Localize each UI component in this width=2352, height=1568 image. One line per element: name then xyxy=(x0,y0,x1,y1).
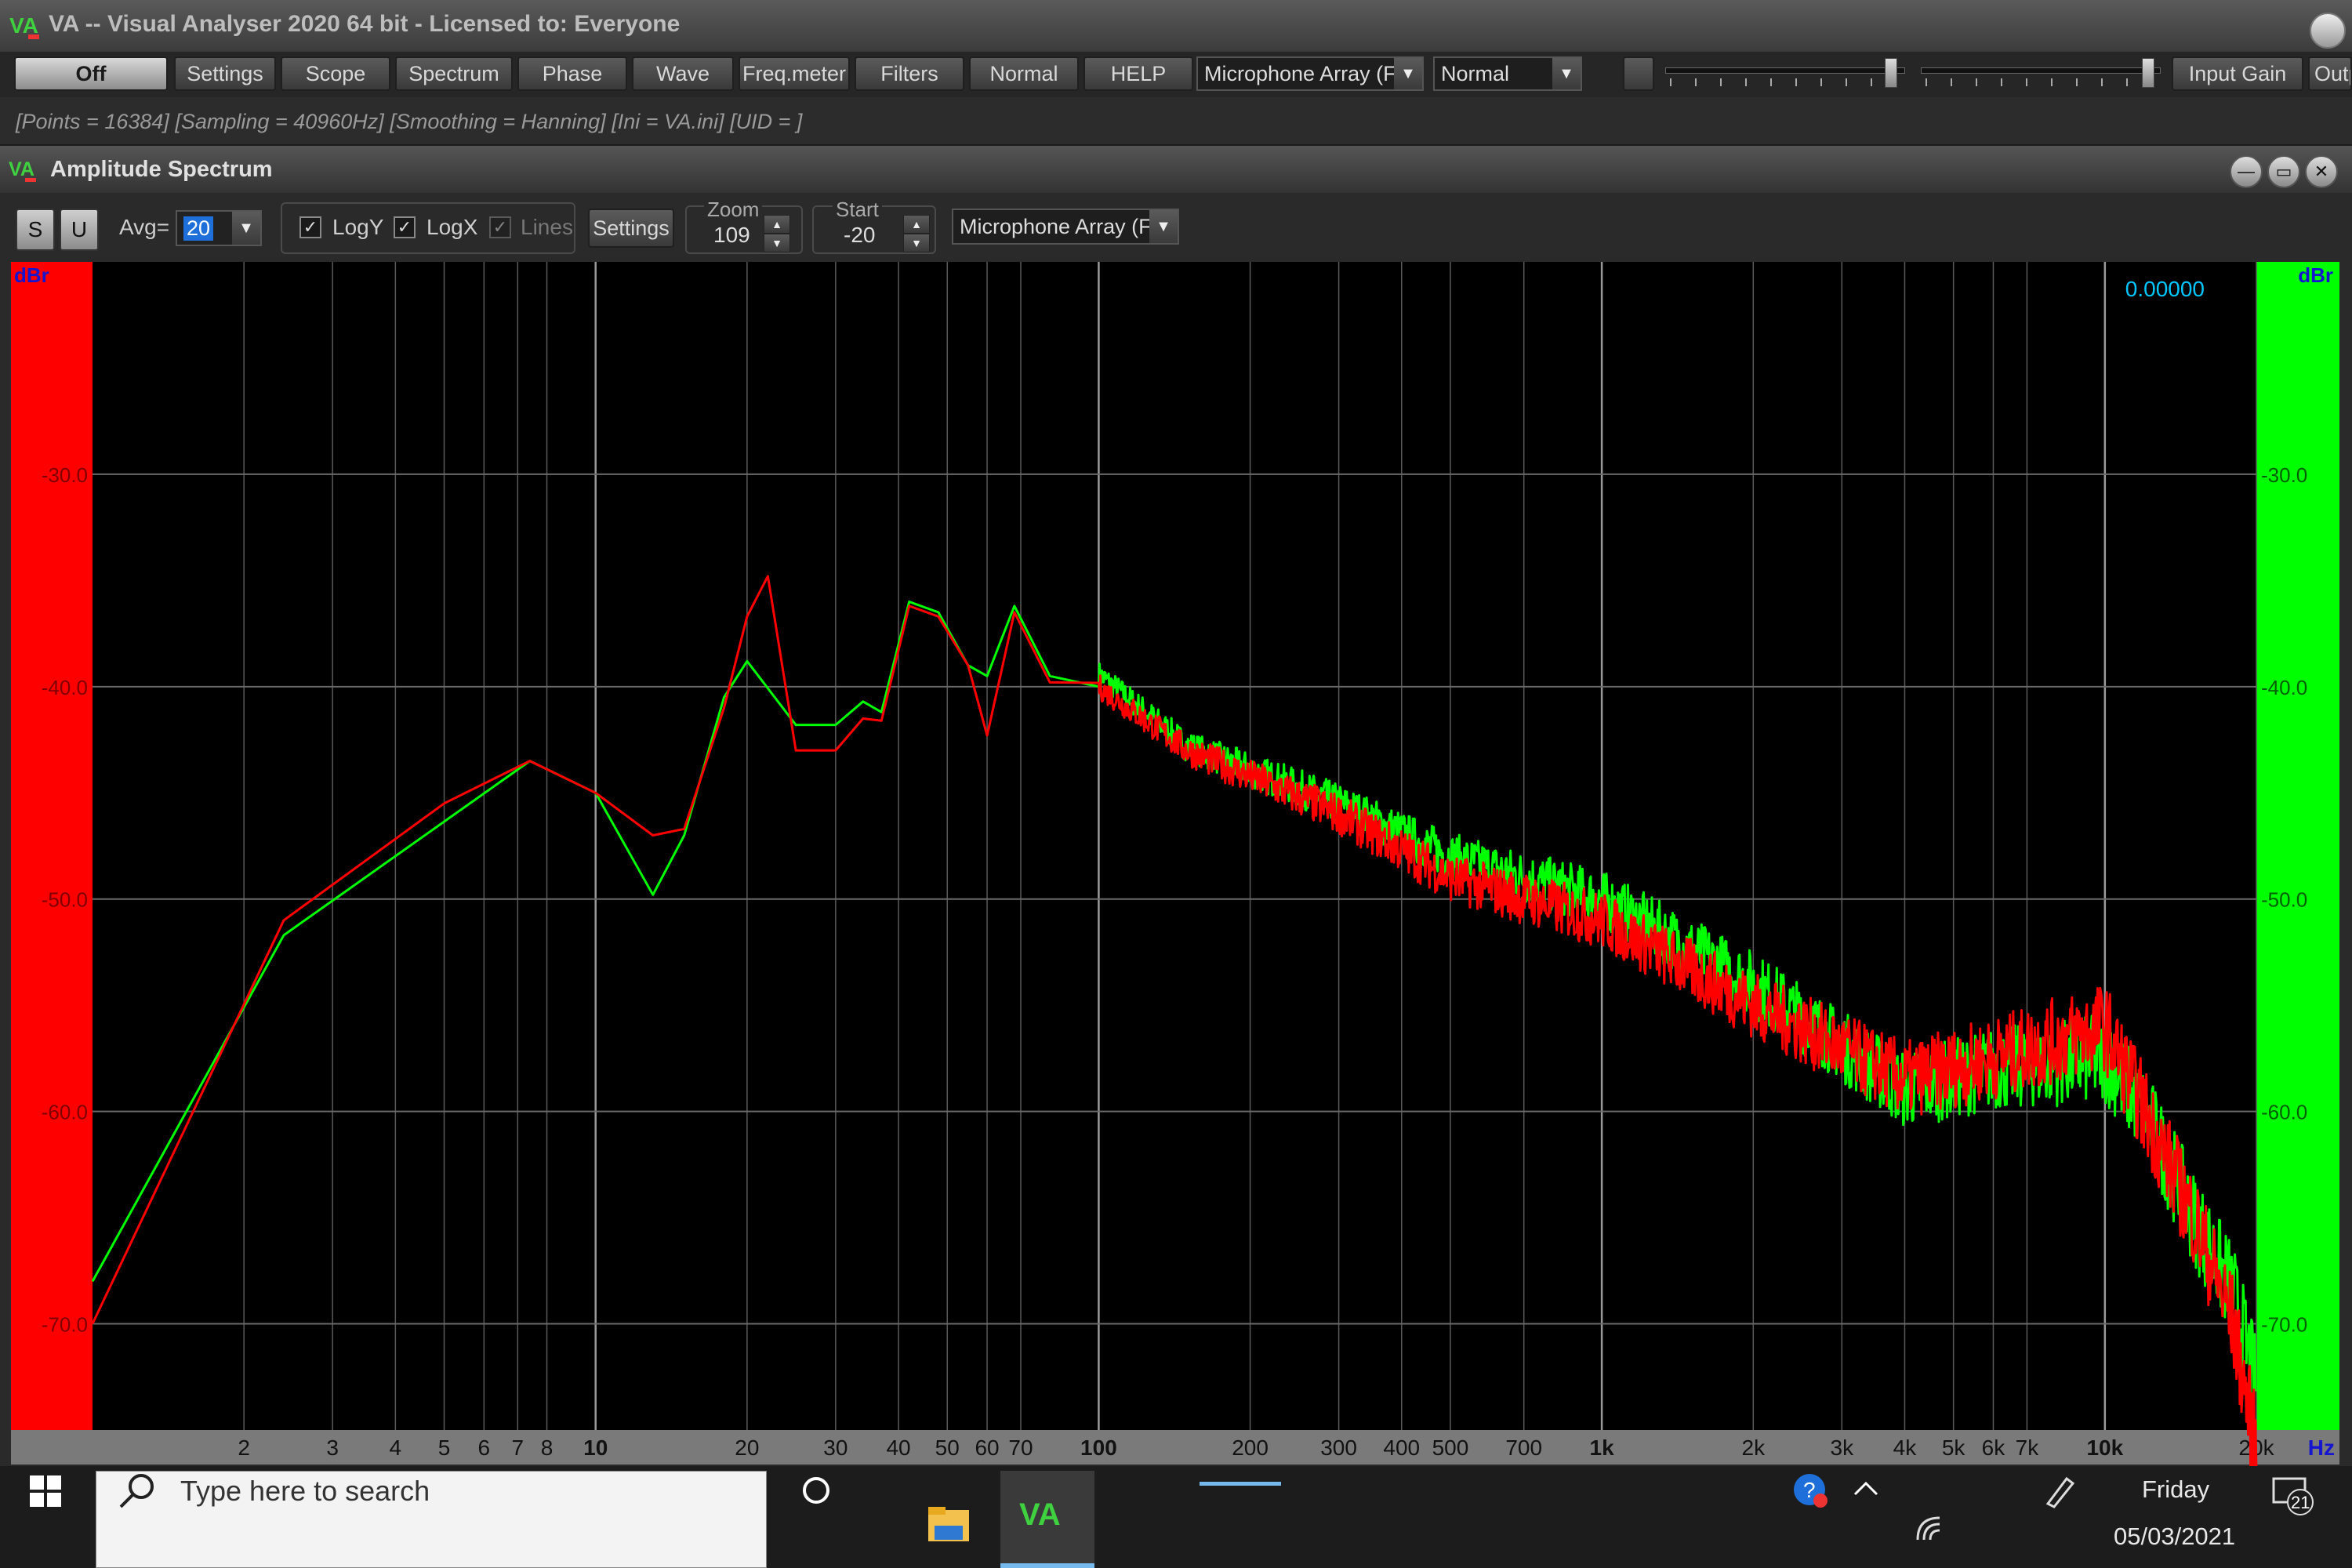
avg-value: 20 xyxy=(183,216,214,241)
filters-button[interactable]: Filters xyxy=(855,56,964,91)
pen-icon[interactable] xyxy=(2043,1474,2078,1508)
wave-button[interactable]: Wave xyxy=(632,56,734,91)
logy-checkbox[interactable]: ✓ xyxy=(299,216,321,238)
chevron-down-icon[interactable]: ▼ xyxy=(232,212,260,245)
spectrum-button[interactable]: Spectrum xyxy=(395,56,513,91)
maximize-icon[interactable]: ▭ xyxy=(2267,155,2300,188)
right-level-bar xyxy=(2256,262,2339,1430)
svg-text:VA: VA xyxy=(9,158,34,180)
minimize-icon[interactable]: — xyxy=(2230,155,2263,188)
status-text: [Points = 16384] [Sampling = 40960Hz] [S… xyxy=(16,110,803,133)
slider-ticks xyxy=(1670,78,1900,86)
mode-select-value: Normal xyxy=(1441,61,1510,85)
logx-label: LogX xyxy=(426,215,478,239)
start-value: -20 xyxy=(844,223,876,247)
device-select[interactable]: Microphone Array (F ▼ xyxy=(1196,56,1424,91)
va-app-underline xyxy=(1000,1563,1094,1568)
mode-select[interactable]: Normal ▼ xyxy=(1433,56,1582,91)
windows-start-icon[interactable] xyxy=(28,1474,63,1508)
subwindow-title: Amplitude Spectrum xyxy=(50,157,273,182)
device-select-value: Microphone Array (F xyxy=(1204,61,1396,85)
normal-button[interactable]: Normal xyxy=(969,56,1079,91)
output-level-slider[interactable] xyxy=(1921,58,2161,89)
taskbar-search-placeholder: Type here to search xyxy=(180,1475,430,1507)
slider-thumb[interactable] xyxy=(1885,58,1897,88)
s-button[interactable]: S xyxy=(16,209,55,251)
minimize-window-button[interactable] xyxy=(2310,13,2346,49)
va-logo-icon: VA xyxy=(9,13,39,39)
chevron-down-icon[interactable]: ▼ xyxy=(1394,58,1422,89)
phase-button[interactable]: Phase xyxy=(517,56,627,91)
slider-thumb[interactable] xyxy=(2142,58,2154,88)
va-taskbar-label: VA xyxy=(1019,1497,1061,1532)
taskbar-day: Friday xyxy=(2142,1475,2210,1503)
slider-track xyxy=(1665,67,1905,74)
spectrum-settings-button[interactable]: Settings xyxy=(588,209,674,248)
svg-text:21: 21 xyxy=(2291,1493,2310,1512)
start-label: Start xyxy=(833,198,882,222)
spectrum-plot[interactable] xyxy=(11,262,2339,1430)
taskbar-active-indicator xyxy=(1200,1482,1281,1486)
taskbar-date: 05/03/2021 xyxy=(2114,1523,2236,1550)
help-button[interactable]: HELP xyxy=(1083,56,1193,91)
freq-meter-button[interactable]: Freq.meter xyxy=(739,56,850,91)
chevron-up-icon[interactable] xyxy=(1850,1474,1882,1505)
va-logo-icon: VA xyxy=(9,158,36,182)
logy-label: LogY xyxy=(332,215,384,239)
zoom-down-icon[interactable]: ▼ xyxy=(764,234,790,252)
start-down-icon[interactable]: ▼ xyxy=(903,234,930,252)
zoom-value: 109 xyxy=(713,223,750,247)
zoom-up-icon[interactable]: ▲ xyxy=(764,215,790,234)
slider-track xyxy=(1921,67,2161,74)
subwindow-title-bar xyxy=(0,146,2352,193)
slider-toggle-button[interactable] xyxy=(1623,56,1654,91)
slider-ticks xyxy=(1926,78,2156,86)
close-icon[interactable]: ✕ xyxy=(2305,155,2338,188)
scope-button[interactable]: Scope xyxy=(281,56,390,91)
window-title: VA -- Visual Analyser 2020 64 bit - Lice… xyxy=(49,11,681,37)
file-explorer-icon[interactable] xyxy=(925,1504,972,1544)
svg-text:VA: VA xyxy=(9,13,38,38)
lines-checkbox[interactable]: ✓ xyxy=(489,216,511,238)
input-level-slider[interactable] xyxy=(1665,58,1905,89)
chevron-down-icon[interactable]: ▼ xyxy=(1552,58,1581,89)
notification-center-icon[interactable]: 21 xyxy=(2270,1474,2314,1518)
spectrum-device-select[interactable]: Microphone Array (F ▼ xyxy=(952,209,1179,245)
power-off-button[interactable]: Off xyxy=(14,56,168,91)
spectrum-device-value: Microphone Array (F xyxy=(960,214,1152,238)
settings-button[interactable]: Settings xyxy=(174,56,276,91)
help-notification-icon[interactable]: ? xyxy=(1792,1472,1830,1510)
wifi-icon[interactable] xyxy=(1913,1513,1944,1544)
logx-checkbox[interactable]: ✓ xyxy=(394,216,416,238)
input-gain-button[interactable]: Input Gain xyxy=(2172,56,2303,91)
search-icon xyxy=(119,1474,154,1508)
chevron-down-icon[interactable]: ▼ xyxy=(1149,210,1178,243)
avg-select[interactable]: 20 ▼ xyxy=(176,210,262,246)
output-button[interactable]: Outp xyxy=(2308,56,2352,91)
u-button[interactable]: U xyxy=(60,209,99,251)
start-up-icon[interactable]: ▲ xyxy=(903,215,930,234)
avg-label: Avg= xyxy=(119,215,170,239)
cortana-icon[interactable] xyxy=(798,1472,834,1508)
x-axis-bar xyxy=(11,1430,2339,1465)
zoom-label: Zoom xyxy=(704,198,763,222)
left-level-bar xyxy=(11,262,93,1430)
svg-text:?: ? xyxy=(1803,1478,1816,1502)
lines-label: Lines xyxy=(521,215,573,239)
